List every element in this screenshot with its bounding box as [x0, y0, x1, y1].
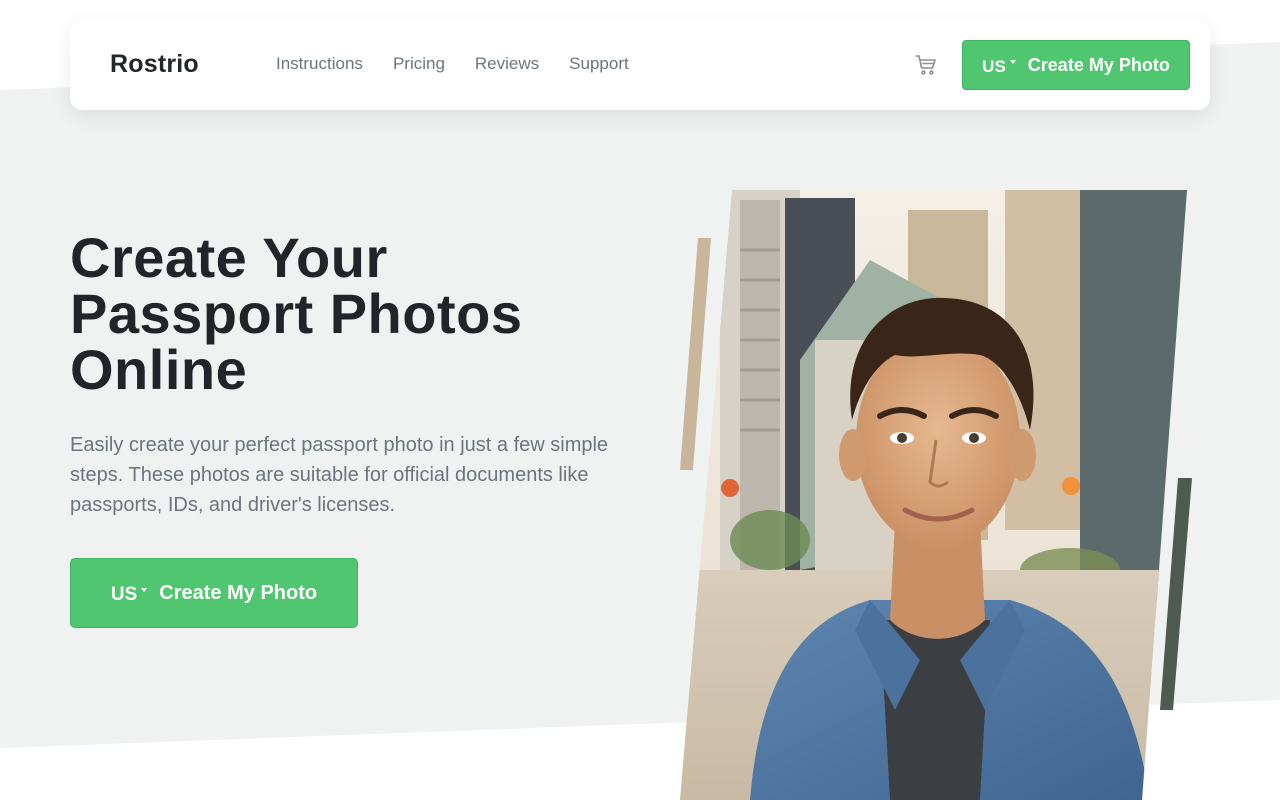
create-photo-button-label: Create My Photo — [159, 581, 318, 604]
nav-link-instructions[interactable]: Instructions — [276, 54, 363, 74]
country-selector-label[interactable]: US — [111, 584, 137, 606]
nav-link-pricing[interactable]: Pricing — [393, 54, 445, 74]
nav-links: Instructions Pricing Reviews Support — [276, 54, 629, 74]
shopping-cart-icon[interactable] — [914, 53, 938, 77]
hero-description: Easily create your perfect passport phot… — [70, 434, 609, 516]
nav-link-support[interactable]: Support — [569, 54, 629, 74]
chevron-down-icon — [1009, 60, 1016, 64]
create-photo-button-label: Create My Photo — [1027, 54, 1170, 75]
hero-title-line: Passport Photos — [70, 282, 523, 345]
hero-title-line: Online — [70, 338, 248, 401]
navbar: Rostrio Instructions Pricing Reviews Sup… — [70, 20, 1210, 110]
create-photo-button-nav[interactable]: US Create My Photo — [962, 40, 1190, 90]
chevron-down-icon — [141, 588, 148, 592]
hero-title: Create Your Passport Photos Online — [70, 230, 630, 398]
create-photo-button-hero[interactable]: US Create My Photo — [70, 558, 358, 628]
brand-logo[interactable]: Rostrio — [110, 50, 199, 79]
country-selector-label[interactable]: US — [982, 57, 1006, 77]
hero-photo — [680, 190, 1200, 800]
hero-title-line: Create Your — [70, 226, 388, 289]
nav-link-reviews[interactable]: Reviews — [475, 54, 539, 74]
